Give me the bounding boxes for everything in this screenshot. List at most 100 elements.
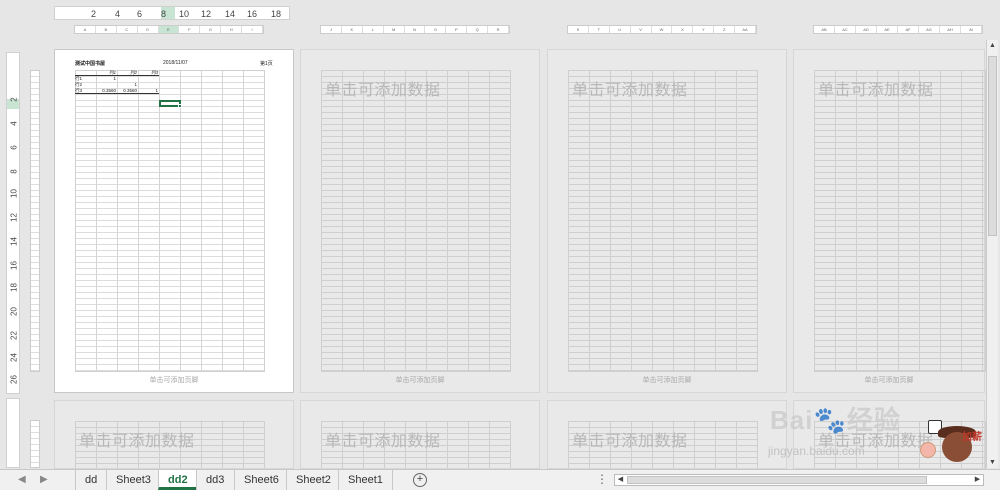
column-header-strip[interactable]: J K L M N O P Q R	[320, 25, 510, 34]
page-footer[interactable]: 单击可添加页脚	[794, 375, 984, 385]
scroll-thumb[interactable]	[627, 476, 927, 484]
column-header[interactable]: X	[672, 26, 694, 33]
add-data-placeholder[interactable]: 单击可添加数据	[325, 76, 441, 100]
column-header[interactable]: S	[568, 26, 589, 33]
column-header[interactable]: N	[405, 26, 426, 33]
page-2[interactable]: 单击可添加数据 单击可添加页脚	[300, 49, 540, 393]
ruler-tick: 18	[271, 9, 282, 19]
table-cell[interactable]: 列2	[117, 70, 138, 75]
column-header[interactable]: A	[75, 26, 96, 33]
scroll-down-icon[interactable]: ▼	[987, 457, 998, 468]
column-header[interactable]: AG	[919, 26, 940, 33]
page-header-page-number[interactable]: 第1页	[260, 60, 273, 67]
column-header[interactable]: F	[179, 26, 201, 33]
column-header-strip[interactable]: S T U V W X Y Z AA	[567, 25, 757, 34]
column-header-selected[interactable]: E	[158, 26, 180, 33]
scroll-up-icon[interactable]: ▲	[987, 40, 998, 51]
page-header-date[interactable]: 2018/11/07	[163, 60, 188, 66]
horizontal-scrollbar[interactable]: ◀ ▶	[614, 474, 984, 486]
page-5[interactable]: 单击可添加数据	[54, 400, 294, 470]
column-header[interactable]: Y	[693, 26, 715, 33]
add-data-placeholder[interactable]: 单击可添加数据	[79, 427, 195, 451]
column-header[interactable]: G	[200, 26, 222, 33]
more-options-icon[interactable]: ⋮	[596, 472, 608, 486]
table-cell[interactable]: 行3	[75, 88, 96, 93]
ruler-tick: 20	[9, 307, 19, 316]
column-header[interactable]: M	[384, 26, 405, 33]
page-3[interactable]: 单击可添加数据 单击可添加页脚	[547, 49, 787, 393]
column-header[interactable]: Z	[714, 26, 736, 33]
sheet-tab-sheet3[interactable]: Sheet3	[106, 470, 160, 490]
table-cell[interactable]: 列3	[138, 70, 159, 75]
column-header[interactable]: B	[96, 26, 117, 33]
cell-grid[interactable]	[75, 70, 265, 372]
add-data-placeholder[interactable]: 单击可添加数据	[325, 427, 441, 451]
page-6[interactable]: 单击可添加数据	[300, 400, 540, 470]
column-header[interactable]: AA	[735, 26, 757, 33]
column-header[interactable]: I	[242, 26, 264, 33]
ruler-tick: 24	[9, 353, 19, 362]
column-header[interactable]: R	[488, 26, 510, 33]
column-header[interactable]: J	[321, 26, 342, 33]
add-data-placeholder[interactable]: 单击可添加数据	[818, 76, 934, 100]
scroll-thumb[interactable]	[988, 56, 997, 236]
page-header-title[interactable]: 测试中国书屋	[75, 60, 105, 67]
table-cell[interactable]: 1	[138, 88, 159, 93]
table-cell[interactable]: 列1	[96, 70, 117, 75]
table-cell[interactable]: 0.3560	[96, 88, 117, 93]
selected-cell[interactable]	[159, 100, 182, 108]
sheet-tab-dd[interactable]: dd	[75, 470, 106, 490]
add-data-placeholder[interactable]: 单击可添加数据	[572, 76, 688, 100]
vertical-scrollbar[interactable]: ▲ ▼	[986, 40, 998, 468]
column-header-strip[interactable]: AB AC AD AE AF AG AH AI	[813, 25, 983, 34]
column-header[interactable]: AF	[898, 26, 919, 33]
page-footer[interactable]: 单击可添加页脚	[301, 375, 539, 385]
column-header[interactable]: C	[117, 26, 138, 33]
add-data-placeholder[interactable]: 单击可添加数据	[572, 427, 688, 451]
page-1[interactable]: 测试中国书屋 2018/11/07 第1页 列1 列2 列3 行1 1 行2 1	[54, 49, 294, 393]
page-footer[interactable]: 单击可添加页脚	[55, 375, 293, 385]
column-header[interactable]: H	[221, 26, 243, 33]
scroll-right-icon[interactable]: ▶	[972, 474, 983, 486]
vertical-ruler[interactable]: 2 4 6 8 10 12 14 16 18 20 22 24 26	[6, 52, 20, 394]
ruler-tick: 10	[9, 189, 19, 198]
row-headers[interactable]	[30, 70, 40, 372]
column-header[interactable]: P	[446, 26, 468, 33]
next-sheet-icon[interactable]: ▶	[40, 474, 48, 485]
column-header[interactable]: Q	[467, 26, 489, 33]
sheet-tab-sheet6[interactable]: Sheet6	[234, 470, 288, 490]
column-header[interactable]: O	[425, 26, 447, 33]
column-header[interactable]: V	[631, 26, 652, 33]
column-header[interactable]: AB	[814, 26, 835, 33]
ruler-tick: 14	[9, 237, 19, 246]
column-header[interactable]: U	[610, 26, 631, 33]
fill-handle[interactable]	[178, 104, 182, 108]
page-4[interactable]: 单击可添加数据 单击可添加页脚	[793, 49, 986, 393]
sheet-tab-dd3[interactable]: dd3	[196, 470, 233, 490]
sheet-tab-sheet2[interactable]: Sheet2	[286, 470, 340, 490]
column-header[interactable]: L	[363, 26, 384, 33]
row-headers-lower[interactable]	[30, 420, 40, 468]
table-cell[interactable]: 0.3560	[117, 88, 138, 93]
column-header[interactable]: T	[589, 26, 610, 33]
add-sheet-icon[interactable]: +	[413, 473, 427, 487]
data-table[interactable]: 列1 列2 列3 行1 1 行2 1 行3 0.3560 0.3560 1	[75, 70, 159, 94]
page-7[interactable]: 单击可添加数据	[547, 400, 787, 470]
prev-sheet-icon[interactable]: ◀	[18, 474, 26, 485]
column-header-strip[interactable]: A B C D E F G H I	[74, 25, 264, 34]
horizontal-ruler[interactable]: 2 4 6 8 10 12 14 16 18	[54, 6, 290, 20]
column-header[interactable]: AH	[940, 26, 961, 33]
column-header[interactable]: K	[342, 26, 363, 33]
vertical-ruler-lower[interactable]	[6, 398, 20, 468]
scroll-left-icon[interactable]: ◀	[615, 474, 626, 486]
sheet-tab-dd2[interactable]: dd2	[158, 470, 197, 490]
table-cell[interactable]	[75, 70, 96, 75]
page-footer[interactable]: 单击可添加页脚	[548, 375, 786, 385]
sheet-tab-sheet1[interactable]: Sheet1	[338, 470, 393, 490]
column-header[interactable]: D	[138, 26, 159, 33]
column-header[interactable]: AC	[835, 26, 856, 33]
column-header[interactable]: W	[652, 26, 673, 33]
column-header[interactable]: AE	[877, 26, 898, 33]
column-header[interactable]: AI	[961, 26, 982, 33]
column-header[interactable]: AD	[856, 26, 877, 33]
